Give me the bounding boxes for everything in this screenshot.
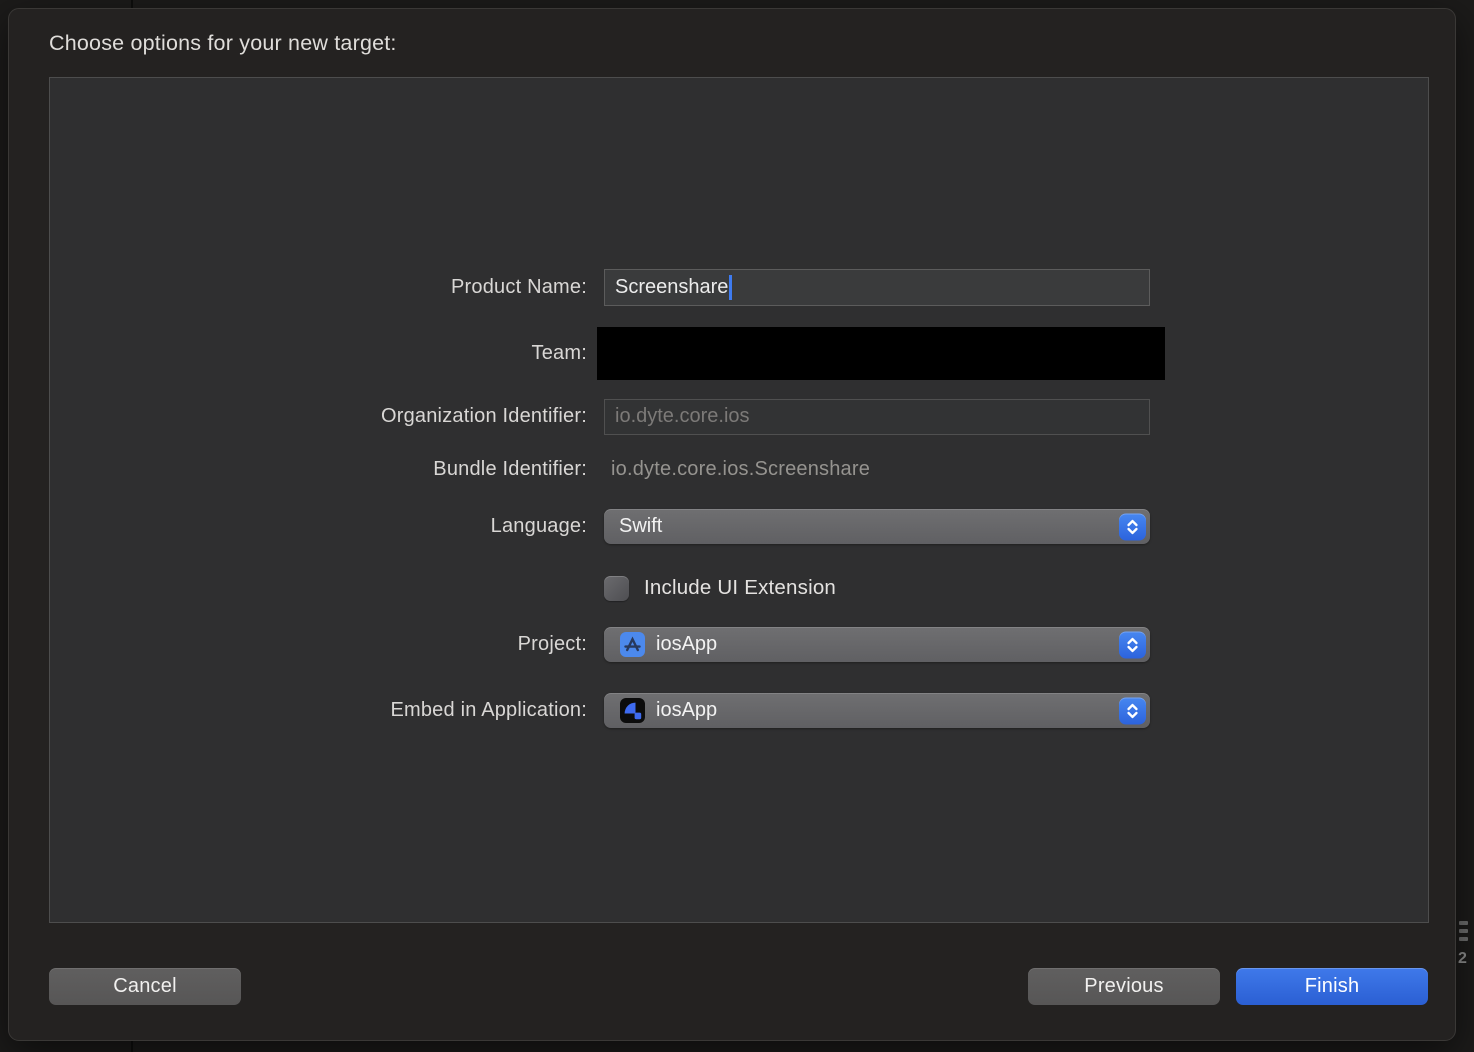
background-artifact bbox=[1459, 921, 1468, 925]
app-target-icon bbox=[619, 697, 646, 724]
team-popup-redacted[interactable] bbox=[597, 327, 1165, 380]
background-artifact bbox=[1459, 937, 1468, 941]
dialog-title: Choose options for your new target: bbox=[49, 31, 397, 56]
bundle-identifier-row: Bundle Identifier: io.dyte.core.ios.Scre… bbox=[50, 454, 1428, 484]
project-popup[interactable]: iosApp bbox=[604, 627, 1150, 662]
embed-in-application-label: Embed in Application: bbox=[50, 699, 587, 722]
embed-in-application-popup[interactable]: iosApp bbox=[604, 693, 1150, 728]
previous-button[interactable]: Previous bbox=[1028, 968, 1220, 1005]
product-name-input[interactable]: Screenshare bbox=[604, 269, 1150, 306]
team-row: Team: bbox=[50, 327, 1428, 380]
project-row: Project: iosApp bbox=[50, 627, 1428, 662]
new-target-options-dialog: Choose options for your new target: Prod… bbox=[8, 8, 1456, 1041]
team-label: Team: bbox=[50, 342, 587, 365]
language-row: Language: Swift bbox=[50, 509, 1428, 544]
bundle-identifier-value: io.dyte.core.ios.Screenshare bbox=[611, 458, 870, 481]
project-label: Project: bbox=[50, 633, 587, 656]
include-ui-extension-label: Include UI Extension bbox=[644, 576, 836, 600]
embed-in-application-row: Embed in Application: iosApp bbox=[50, 693, 1428, 728]
background-artifact bbox=[1459, 929, 1468, 933]
product-name-value: Screenshare bbox=[615, 276, 728, 299]
chevron-up-down-icon[interactable] bbox=[1119, 697, 1146, 724]
language-popup[interactable]: Swift bbox=[604, 509, 1150, 544]
chevron-up-down-icon[interactable] bbox=[1119, 513, 1146, 540]
bundle-identifier-label: Bundle Identifier: bbox=[50, 458, 587, 481]
background-partial-glyph: 2 bbox=[1458, 950, 1467, 968]
embed-in-application-value: iosApp bbox=[656, 699, 717, 722]
finish-button[interactable]: Finish bbox=[1236, 968, 1428, 1005]
project-value: iosApp bbox=[656, 633, 717, 656]
app-store-icon bbox=[619, 631, 646, 658]
text-cursor bbox=[729, 275, 732, 300]
cancel-button[interactable]: Cancel bbox=[49, 968, 241, 1005]
options-form-panel: Product Name: Screenshare Team: Organiza… bbox=[49, 77, 1429, 923]
language-label: Language: bbox=[50, 515, 587, 538]
organization-identifier-label: Organization Identifier: bbox=[50, 405, 587, 428]
product-name-label: Product Name: bbox=[50, 276, 587, 299]
organization-identifier-input[interactable] bbox=[604, 399, 1150, 435]
include-ui-extension-row: Include UI Extension bbox=[50, 575, 1428, 601]
organization-identifier-row: Organization Identifier: bbox=[50, 398, 1428, 435]
language-value: Swift bbox=[619, 515, 662, 538]
include-ui-extension-checkbox[interactable] bbox=[604, 576, 629, 601]
chevron-up-down-icon[interactable] bbox=[1119, 631, 1146, 658]
product-name-row: Product Name: Screenshare bbox=[50, 268, 1428, 307]
